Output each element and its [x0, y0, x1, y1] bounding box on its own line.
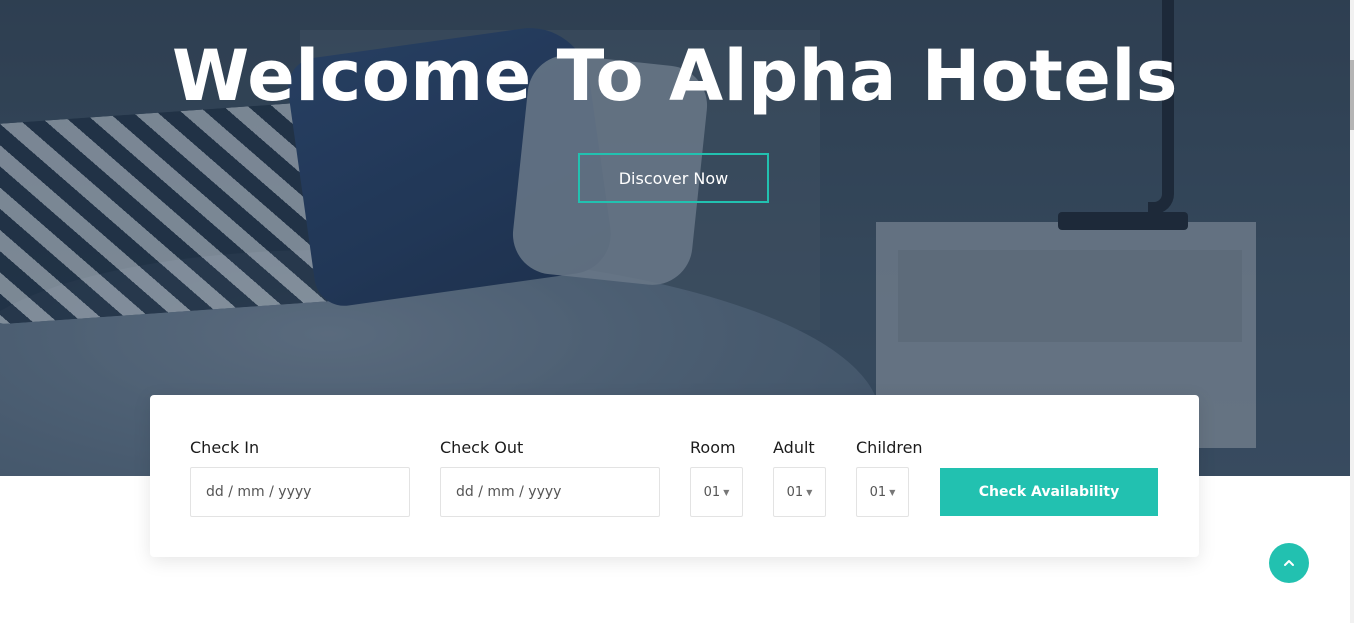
scroll-to-top-button[interactable] [1269, 543, 1309, 583]
booking-form: Check In dd / mm / yyyy Check Out dd / m… [150, 395, 1199, 557]
chevron-down-icon: ▼ [723, 487, 730, 497]
page-scrollbar[interactable] [1350, 0, 1354, 623]
children-label: Children [856, 438, 923, 457]
discover-now-button[interactable]: Discover Now [578, 153, 769, 203]
check-in-date-input[interactable]: dd / mm / yyyy [190, 467, 410, 517]
children-select-value: 01 [869, 484, 887, 500]
check-out-date-input[interactable]: dd / mm / yyyy [440, 467, 660, 517]
room-select-value: 01 [703, 484, 721, 500]
check-availability-button[interactable]: Check Availability [940, 468, 1158, 516]
room-select[interactable]: 01 ▼ [690, 467, 743, 517]
check-out-label: Check Out [440, 438, 524, 457]
scrollbar-thumb[interactable] [1350, 60, 1354, 130]
adult-select[interactable]: 01 ▼ [773, 467, 826, 517]
chevron-down-icon: ▼ [889, 487, 896, 497]
adult-select-value: 01 [786, 484, 804, 500]
chevron-down-icon: ▼ [806, 487, 813, 497]
check-in-label: Check In [190, 438, 260, 457]
children-select[interactable]: 01 ▼ [856, 467, 909, 517]
adult-label: Adult [773, 438, 815, 457]
chevron-up-icon [1284, 560, 1294, 566]
hero-title: Welcome To Alpha Hotels [172, 35, 1178, 117]
room-label: Room [690, 438, 736, 457]
